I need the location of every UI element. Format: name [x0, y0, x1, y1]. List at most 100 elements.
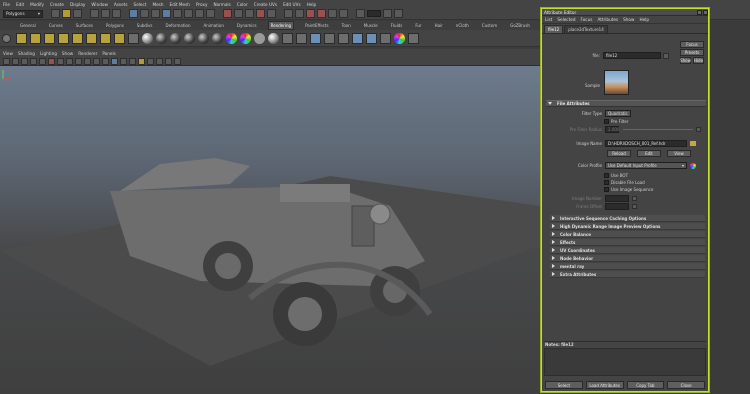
- menu-file[interactable]: File: [3, 2, 10, 7]
- sample-swatch-image[interactable]: [604, 70, 629, 95]
- shelf-tab-gozbrush[interactable]: GoZBrush: [508, 22, 532, 29]
- select-camera-icon[interactable]: [3, 57, 10, 65]
- use-image-sequence-checkbox[interactable]: [604, 187, 609, 192]
- render-current-frame-icon[interactable]: [282, 32, 293, 44]
- hypershade-icon[interactable]: [339, 9, 348, 18]
- panel-menu-lighting[interactable]: Lighting: [40, 51, 57, 56]
- safe-action-icon[interactable]: [84, 57, 91, 65]
- shelf-tab-animation[interactable]: Animation: [202, 22, 226, 29]
- perspective-viewport[interactable]: [0, 66, 540, 394]
- texture-editor-icon[interactable]: [366, 32, 377, 44]
- shelf-tab-polygons[interactable]: Polygons: [104, 22, 126, 29]
- menu-window[interactable]: Window: [91, 2, 108, 7]
- section-interactive-sequence-caching[interactable]: Interactive Sequence Caching Options: [550, 215, 705, 222]
- filter-type-dropdown[interactable]: Quadratic: [605, 110, 631, 117]
- panel-menu-panels[interactable]: Panels: [102, 51, 115, 56]
- layered-shader-sphere-icon[interactable]: [212, 32, 223, 44]
- camera-icon[interactable]: [16, 32, 27, 44]
- phong-e-sphere-icon[interactable]: [184, 32, 195, 44]
- save-scene-icon[interactable]: [73, 9, 82, 18]
- lambert-sphere-icon[interactable]: [142, 32, 153, 44]
- load-attributes-button[interactable]: Load Attributes: [585, 381, 624, 389]
- point-light-icon[interactable]: [72, 32, 83, 44]
- menu-select[interactable]: Select: [134, 2, 147, 7]
- close-icon[interactable]: [703, 9, 708, 15]
- render-settings-shelf-icon[interactable]: [324, 32, 335, 44]
- shelf-menu-gear-icon[interactable]: [2, 34, 11, 43]
- menu-create-uvs[interactable]: Create UVs: [254, 2, 277, 7]
- make-live-icon[interactable]: [267, 9, 276, 18]
- history-icon[interactable]: [284, 9, 293, 18]
- shelf-tab-fluids[interactable]: Fluids: [389, 22, 405, 29]
- new-scene-icon[interactable]: [51, 9, 60, 18]
- isolate-select-icon[interactable]: [174, 57, 181, 65]
- mask-joints-icon[interactable]: [140, 9, 149, 18]
- map-button-icon[interactable]: [696, 127, 701, 132]
- panel-menu-show[interactable]: Show: [62, 51, 73, 56]
- area-light-icon[interactable]: [100, 32, 111, 44]
- bookmark-icon[interactable]: [21, 57, 28, 65]
- menu-set-dropdown[interactable]: Polygons ▾: [3, 9, 43, 18]
- shelf-tab-fur[interactable]: Fur: [413, 22, 423, 29]
- textured-icon[interactable]: [129, 57, 136, 65]
- render-frame-icon[interactable]: [306, 9, 315, 18]
- hypershade-shelf-icon[interactable]: [352, 32, 363, 44]
- menu-proxy[interactable]: Proxy: [196, 2, 207, 7]
- wireframe-icon[interactable]: [102, 57, 109, 65]
- section-mental-ray[interactable]: mental ray: [550, 263, 705, 270]
- shelf-tab-hair[interactable]: Hair: [433, 22, 445, 29]
- pre-filter-radius-slider[interactable]: [623, 129, 693, 130]
- edit-button[interactable]: Edit: [637, 150, 661, 157]
- use-bot-checkbox[interactable]: [604, 173, 609, 178]
- section-uv-coordinates[interactable]: UV Coordinates: [550, 247, 705, 254]
- mask-misc-icon[interactable]: [206, 9, 215, 18]
- resolution-gate-icon[interactable]: [57, 57, 64, 65]
- film-gate-icon[interactable]: [48, 57, 55, 65]
- channel-box-toggle-icon[interactable]: [394, 9, 403, 18]
- file-node-name-field[interactable]: file12: [603, 52, 661, 59]
- tab-place2dtexture14[interactable]: place2dTexture14: [564, 25, 608, 33]
- snap-view-plane-icon[interactable]: [256, 9, 265, 18]
- shelf-tab-custom[interactable]: Custom: [480, 22, 499, 29]
- menu-assets[interactable]: Assets: [114, 2, 128, 7]
- paint-texture-icon[interactable]: [380, 32, 391, 44]
- mask-curves-icon[interactable]: [151, 9, 160, 18]
- shadows-icon[interactable]: [147, 57, 154, 65]
- surface-shader-sphere-icon[interactable]: [254, 32, 265, 44]
- color-profile-dropdown[interactable]: Use Default Input Profile ▾: [605, 162, 687, 169]
- select-button[interactable]: Select: [545, 381, 583, 389]
- snap-point-icon[interactable]: [245, 9, 254, 18]
- blinn-sphere-icon[interactable]: [156, 32, 167, 44]
- input-line-mode-icon[interactable]: [356, 9, 365, 18]
- mask-icon[interactable]: [129, 9, 138, 18]
- shelf-tab-surfaces[interactable]: Surfaces: [74, 22, 95, 29]
- shelf-tab-deformation[interactable]: Deformation: [164, 22, 193, 29]
- volume-light-icon[interactable]: [114, 32, 125, 44]
- reload-button[interactable]: Reload: [607, 150, 631, 157]
- focus-button[interactable]: Focus: [680, 41, 704, 48]
- map-button-icon[interactable]: [632, 196, 637, 201]
- ipr-render-icon[interactable]: [317, 9, 326, 18]
- snap-grid-icon[interactable]: [223, 9, 232, 18]
- menu-edit-uvs[interactable]: Edit UVs: [283, 2, 301, 7]
- close-button[interactable]: Close: [667, 381, 705, 389]
- mask-dynamics-icon[interactable]: [184, 9, 193, 18]
- menu-modify[interactable]: Modify: [30, 2, 44, 7]
- pre-filter-radius-field[interactable]: 2.000: [605, 126, 619, 133]
- disable-file-load-checkbox[interactable]: [604, 180, 609, 185]
- open-scene-icon[interactable]: [62, 9, 71, 18]
- image-number-field[interactable]: [605, 195, 629, 202]
- phong-sphere-icon[interactable]: [170, 32, 181, 44]
- anisotropic-sphere-icon[interactable]: [198, 32, 209, 44]
- section-hdr-preview-options[interactable]: High Dynamic Range Image Preview Options: [550, 223, 705, 230]
- use-background-sphere-icon[interactable]: [268, 32, 279, 44]
- safe-title-icon[interactable]: [93, 57, 100, 65]
- camera-aim-icon[interactable]: [30, 32, 41, 44]
- select-component-icon[interactable]: [112, 9, 121, 18]
- render-pass-icon[interactable]: [408, 32, 419, 44]
- copy-tab-button[interactable]: Copy Tab: [626, 381, 665, 389]
- image-name-field[interactable]: D:\HDRI\DOSCH_001_Ref.hdr: [605, 140, 687, 147]
- hair-tube-sphere-icon[interactable]: [240, 32, 251, 44]
- panel-menu-view[interactable]: View: [3, 51, 13, 56]
- input-line-field[interactable]: [367, 10, 381, 17]
